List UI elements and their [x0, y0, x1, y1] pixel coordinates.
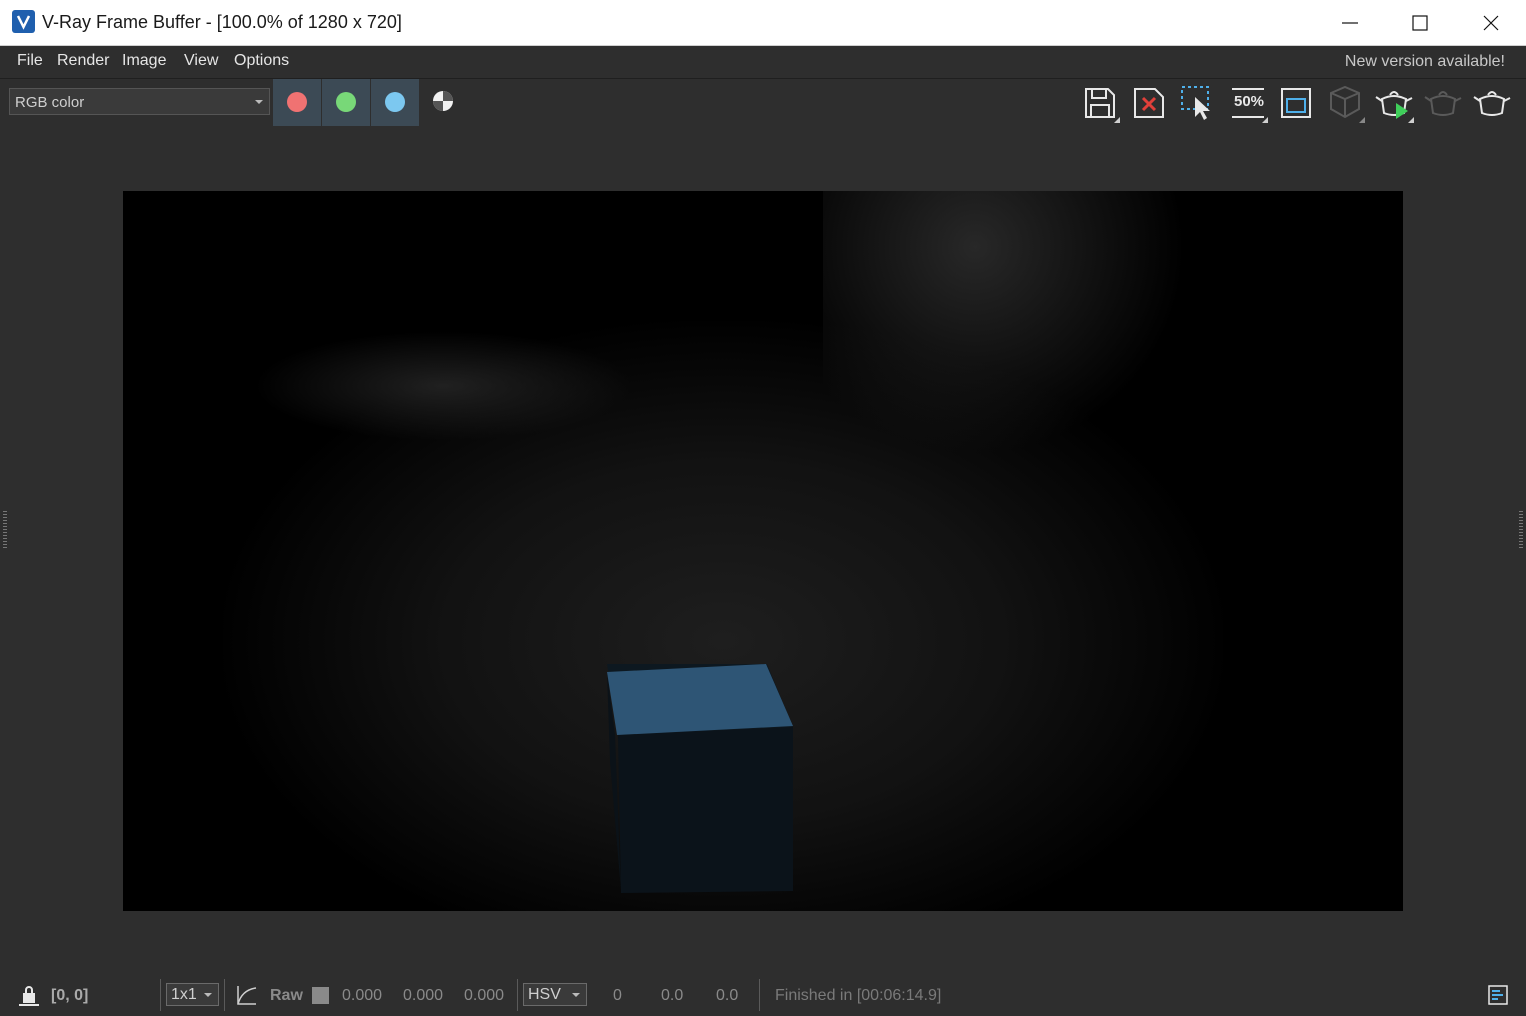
log-window-icon[interactable] — [1487, 984, 1509, 1006]
red-value: 0.000 — [342, 987, 383, 1004]
divider — [224, 979, 225, 1011]
right-panel-grip[interactable] — [1519, 511, 1523, 549]
divider — [759, 979, 760, 1011]
chevron-down-icon — [255, 100, 263, 104]
menu-render[interactable]: Render — [57, 52, 109, 70]
minimize-button[interactable] — [1315, 0, 1385, 45]
clear-image-icon — [1134, 88, 1164, 118]
vray-logo-icon — [12, 10, 35, 33]
region-render-icon — [1281, 88, 1311, 118]
value-value: 0.0 — [716, 987, 739, 1004]
render-icon — [1473, 91, 1511, 116]
color-space-dropdown[interactable]: HSV — [523, 983, 587, 1006]
green-channel-button[interactable] — [322, 79, 370, 126]
green-value: 0.000 — [403, 987, 444, 1004]
red-channel-icon — [287, 92, 307, 112]
color-curve-icon[interactable] — [234, 982, 260, 1008]
color-space-value: HSV — [528, 986, 561, 1003]
sample-size-value: 1x1 — [171, 986, 197, 1003]
hue-value: 0 — [613, 987, 622, 1004]
blue-value: 0.000 — [464, 987, 505, 1004]
menu-image[interactable]: Image — [122, 52, 166, 70]
close-button[interactable] — [1456, 0, 1526, 45]
toolbar: RGB color 50% — [0, 79, 1526, 129]
render-status-message: Finished in [00:06:14.9] — [775, 987, 942, 1004]
dropdown-corner-icon — [1359, 117, 1365, 123]
left-panel-grip[interactable] — [3, 511, 7, 549]
green-channel-icon — [336, 92, 356, 112]
blue-channel-icon — [385, 92, 405, 112]
maximize-button[interactable] — [1385, 0, 1455, 45]
red-channel-button[interactable] — [273, 79, 321, 126]
saturation-value: 0.0 — [661, 987, 684, 1004]
monochrome-button[interactable] — [420, 79, 466, 126]
track-mouse-button[interactable] — [1178, 83, 1218, 123]
dropdown-corner-icon — [1262, 117, 1268, 123]
minimize-icon — [1342, 22, 1358, 24]
color-swatch — [312, 987, 329, 1004]
menu-file[interactable]: File — [17, 52, 43, 70]
divider — [517, 979, 518, 1011]
render-button[interactable] — [1472, 83, 1512, 123]
chevron-down-icon — [572, 993, 580, 997]
menu-options[interactable]: Options — [234, 52, 289, 70]
stop-render-button[interactable] — [1325, 83, 1365, 123]
maximize-icon — [1412, 15, 1428, 31]
track-mouse-icon — [1181, 86, 1210, 120]
render-viewport[interactable] — [123, 191, 1403, 911]
divider — [160, 979, 161, 1011]
title-bar: V-Ray Frame Buffer - [100.0% of 1280 x 7… — [0, 0, 1526, 46]
window-title: V-Ray Frame Buffer - [100.0% of 1280 x 7… — [42, 12, 402, 32]
status-bar: [0, 0] 1x1 Raw 0.000 0.000 0.000 HSV 0 0… — [0, 976, 1526, 1016]
zoom-50-button[interactable]: 50% — [1228, 83, 1268, 123]
blue-channel-button[interactable] — [371, 79, 419, 126]
menu-bar: File Render Image View Options New versi… — [0, 46, 1526, 79]
render-interactive-button[interactable] — [1374, 83, 1414, 123]
rendered-cube — [607, 664, 793, 893]
raw-mode-label: Raw — [270, 987, 303, 1004]
pixel-coords: [0, 0] — [51, 987, 89, 1004]
monochrome-icon — [433, 91, 453, 111]
clear-image-button[interactable] — [1129, 83, 1169, 123]
render-last-button[interactable] — [1423, 83, 1463, 123]
chevron-down-icon — [204, 993, 212, 997]
zoom-50-label: 50% — [1234, 93, 1265, 110]
dropdown-corner-icon — [1114, 117, 1120, 123]
menu-view[interactable]: View — [184, 52, 218, 70]
new-version-link[interactable]: New version available! — [1345, 53, 1505, 71]
dropdown-corner-icon — [1408, 117, 1414, 123]
region-render-button[interactable] — [1276, 83, 1316, 123]
save-button[interactable] — [1080, 83, 1120, 123]
sample-size-dropdown[interactable]: 1x1 — [166, 983, 219, 1006]
channel-dropdown-value: RGB color — [15, 94, 85, 111]
lock-coordinates-icon[interactable] — [17, 983, 41, 1007]
channel-dropdown[interactable]: RGB color — [9, 88, 270, 115]
close-icon — [1483, 15, 1499, 31]
render-last-icon — [1424, 91, 1462, 116]
